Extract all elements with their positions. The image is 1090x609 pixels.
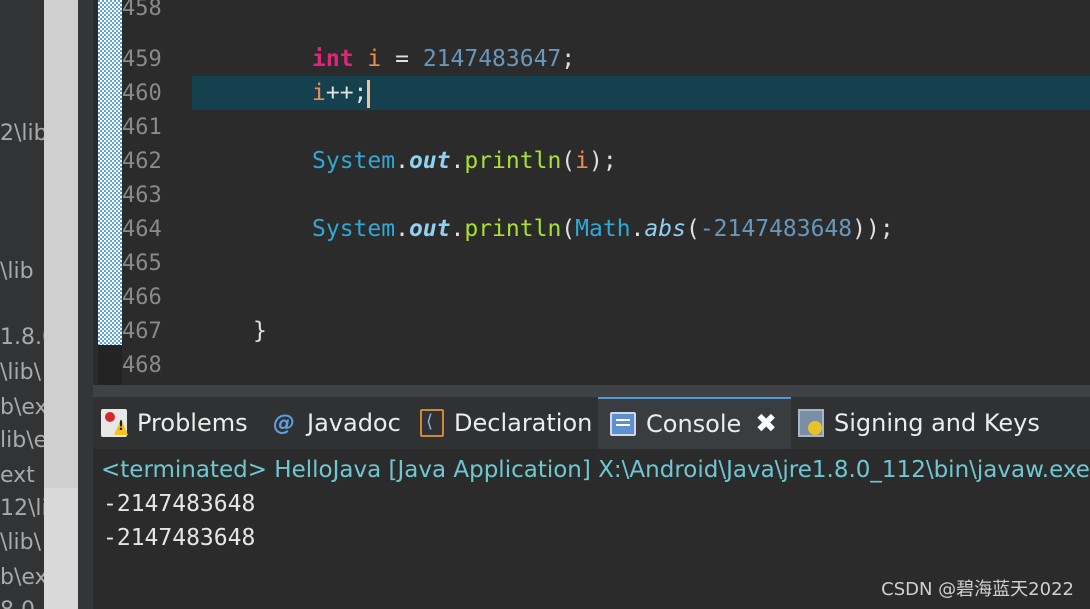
class-token: Math [575,216,631,242]
tab-label: Problems [137,409,248,437]
code-line-467[interactable]: } [253,314,267,348]
scrollbar-track [44,488,78,609]
console-icon [610,412,636,436]
line-number: 458 [122,0,162,21]
tree-item-fragment[interactable]: b\ex [0,565,44,590]
punctuation-token: ( [685,216,700,242]
tree-item-fragment[interactable]: 12\li [0,496,44,521]
tree-item-fragment[interactable]: \lib\ [0,360,41,385]
class-token: System [312,148,396,174]
number-token: 2147483647 [422,46,562,72]
line-number: 467 [122,319,162,344]
close-icon[interactable]: ✖ [755,409,777,439]
panel-tab-bar: Problems @ Javadoc Declaration Console ✖… [93,397,1090,449]
line-number: 461 [122,115,162,140]
line-number: 463 [122,183,162,208]
number-token: -2147483648 [699,216,853,242]
panel-border [93,385,1090,397]
line-number: 459 [122,47,162,72]
variable-token: i [367,46,382,72]
line-number: 460 [122,81,162,106]
field-token: out [408,216,451,242]
line-number: 464 [122,217,162,242]
signing-keys-icon [798,409,824,437]
method-token: println [464,148,562,174]
text-caret [367,79,371,108]
sash-divider[interactable] [78,0,93,609]
punctuation-token: . [450,148,465,174]
tab-signing-and-keys[interactable]: Signing and Keys [798,397,1040,449]
tree-item-fragment[interactable]: \lib\ [0,530,41,555]
package-explorer-pane[interactable]: 2\lib \lib 1.8.0 \lib\ b\ex lib\e ext 12… [0,0,44,609]
line-number: 466 [122,285,162,310]
watermark: CSDN @碧海蓝天2022 [881,579,1074,600]
line-number: 462 [122,149,162,174]
code-line-462[interactable]: System.out.println(i); [312,144,617,178]
punctuation-token: . [395,216,409,242]
declaration-icon [420,409,444,437]
line-number: 465 [122,251,162,276]
tree-item-fragment[interactable]: \lib [0,259,34,284]
change-ruler [98,0,122,345]
line-number-gutter: 458 459 460 461 462 463 464 465 466 467 … [122,0,192,385]
tab-declaration[interactable]: Declaration [420,397,592,449]
static-method-token: abs [644,216,686,242]
line-number: 468 [122,353,162,378]
tab-javadoc[interactable]: @ Javadoc [273,397,401,449]
tab-console[interactable]: Console ✖ [598,397,792,449]
tab-problems[interactable]: Problems [101,397,248,449]
tree-item-fragment[interactable]: 2\lib [0,121,44,146]
punctuation-token: ( [561,148,576,174]
punctuation-token: . [395,148,409,174]
punctuation-token: )); [852,216,894,242]
tab-label: Console [646,410,742,438]
class-token: System [312,216,396,242]
field-token: out [408,148,451,174]
problems-icon [101,409,127,437]
punctuation-token: . [630,216,645,242]
tree-item-fragment[interactable]: 1.8.0 [0,325,44,350]
code-line-459[interactable]: int i = 2147483647; [312,42,575,76]
variable-token: i [575,148,590,174]
closing-brace: } [253,318,267,344]
console-output-line: -2147483648 [103,525,256,551]
punctuation-token: ; [561,46,576,72]
code-line-460[interactable]: i++; [312,76,371,110]
tree-item-fragment[interactable]: ext [0,463,35,488]
code-editor[interactable]: 458 459 460 461 462 463 464 465 466 467 … [93,0,1090,385]
punctuation-token: ); [589,148,617,174]
operator-token: = [381,46,423,72]
tree-item-fragment[interactable]: b\ex [0,395,44,420]
javadoc-icon: @ [273,410,295,436]
method-token: println [464,216,562,242]
punctuation-token: . [450,216,465,242]
tree-item-fragment[interactable]: lib\e [0,428,44,453]
operator-token: ++; [325,80,368,106]
keyword-token: int [312,46,354,72]
console-process-label: <terminated> HelloJava [Java Application… [101,457,1090,483]
tab-label: Javadoc [307,409,401,437]
tree-item-fragment[interactable]: 8.0 [0,598,35,609]
console-output-line: -2147483648 [103,491,256,517]
tab-label: Signing and Keys [834,409,1040,437]
variable-token: i [312,80,326,106]
code-line-464[interactable]: System.out.println(Math.abs(-2147483648)… [312,212,894,246]
ruler-gap [98,345,122,385]
tab-label: Declaration [454,409,593,437]
punctuation-token: ( [561,216,576,242]
